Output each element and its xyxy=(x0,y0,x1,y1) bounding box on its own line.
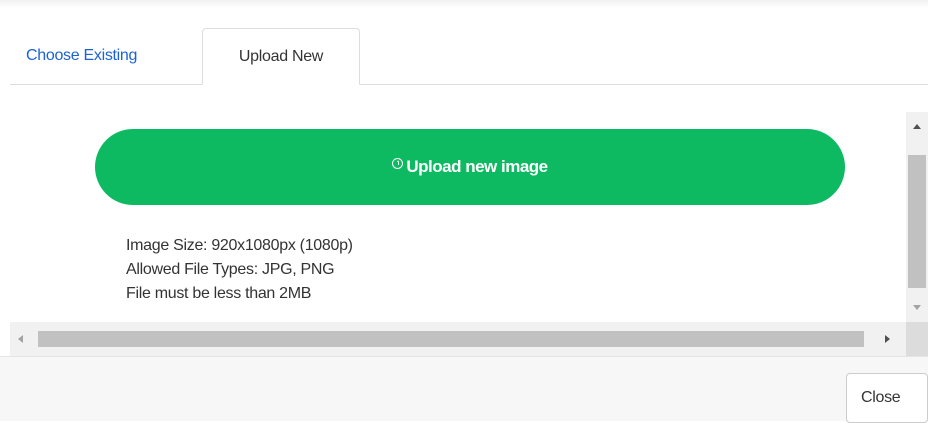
tab-upload-new[interactable]: Upload New xyxy=(202,28,360,85)
scroll-right-arrow-icon[interactable] xyxy=(885,335,890,343)
tab-choose-existing[interactable]: Choose Existing xyxy=(10,28,198,83)
scroll-up-arrow-icon[interactable] xyxy=(913,124,921,129)
upload-new-image-button[interactable]: Upload new image xyxy=(95,129,845,205)
scrollbar-corner xyxy=(906,322,928,356)
allowed-file-types-text: Allowed File Types: JPG, PNG xyxy=(126,261,335,278)
horizontal-scroll-thumb[interactable] xyxy=(38,331,864,347)
top-shadow xyxy=(0,0,928,8)
upload-requirements: Image Size: 920x1080px (1080p) Allowed F… xyxy=(126,234,353,306)
horizontal-scrollbar[interactable] xyxy=(10,322,906,356)
image-upload-dialog: Choose Existing Upload New Upload new im… xyxy=(0,0,928,423)
upload-button-label: Upload new image xyxy=(406,157,548,176)
image-size-text: Image Size: 920x1080px (1080p) xyxy=(126,237,353,254)
upload-panel: Upload new image Image Size: 920x1080px … xyxy=(10,112,918,322)
scroll-down-arrow-icon[interactable] xyxy=(913,305,921,310)
upload-circle-icon xyxy=(392,157,404,169)
close-button[interactable]: Close xyxy=(846,373,928,423)
vertical-scrollbar[interactable] xyxy=(906,112,928,322)
vertical-scroll-thumb[interactable] xyxy=(908,155,926,288)
tab-strip: Choose Existing Upload New xyxy=(10,28,928,85)
dialog-footer: Close xyxy=(0,356,928,423)
scroll-left-arrow-icon[interactable] xyxy=(18,335,23,343)
file-size-limit-text: File must be less than 2MB xyxy=(126,285,312,302)
